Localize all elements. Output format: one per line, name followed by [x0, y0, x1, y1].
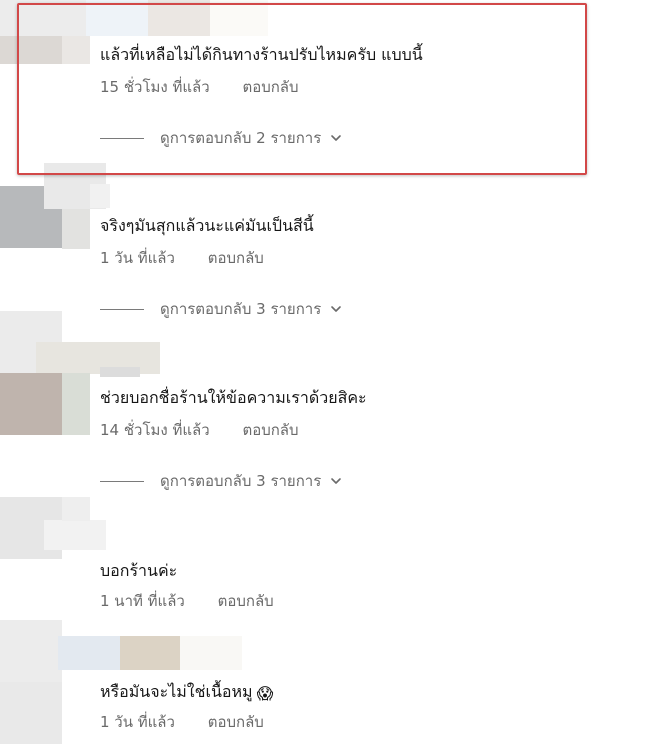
blurred-username-5: [58, 636, 120, 670]
blurred-avatar-5: [0, 620, 62, 682]
chevron-down-icon: [331, 306, 342, 312]
view-replies-button[interactable]: ดูการตอบกลับ 3 รายการ: [100, 471, 343, 491]
comment-text: ช่วยบอกชื่อร้านให้ข้อความเราด้วยสิคะ: [100, 388, 367, 407]
blurred-patch: [62, 373, 90, 435]
comment-time: 14 ชั่วโมง ที่แล้ว: [100, 421, 210, 439]
reply-button[interactable]: ตอบกลับ: [208, 249, 264, 267]
comment-text: หรือมันจะไม่ใช่เนื้อหมู 😱: [100, 682, 273, 704]
comment-time: 1 วัน ที่แล้ว: [100, 713, 175, 731]
comment-meta: 1 วัน ที่แล้ว ตอบกลับ: [100, 248, 264, 268]
blurred-patch: [0, 373, 62, 435]
screaming-face-emoji-icon: 😱: [256, 684, 274, 703]
blurred-patch: [62, 497, 90, 521]
comment-text-body: หรือมันจะไม่ใช่เนื้อหมู: [100, 682, 253, 701]
blurred-patch: [62, 209, 90, 249]
highlight-box: [17, 3, 587, 175]
blurred-username-2: [90, 184, 110, 208]
comment-text: บอกร้านค่ะ: [100, 561, 178, 580]
chevron-down-icon: [331, 478, 342, 484]
blurred-patch: [120, 636, 180, 670]
comment-time: 1 วัน ที่แล้ว: [100, 249, 175, 267]
reply-button[interactable]: ตอบกลับ: [242, 421, 298, 439]
blurred-patch: [180, 636, 242, 670]
view-replies-label: ดูการตอบกลับ 3 รายการ: [160, 472, 322, 490]
comment-meta: 1 วัน ที่แล้ว ตอบกลับ: [100, 712, 264, 732]
divider-line: [100, 480, 144, 482]
divider-line: [100, 308, 144, 310]
comment-time: 1 นาที ที่แล้ว: [100, 592, 185, 610]
comment-meta: 1 นาที ที่แล้ว ตอบกลับ: [100, 591, 274, 611]
reply-button[interactable]: ตอบกลับ: [218, 592, 274, 610]
comment-text: จริงๆมันสุกแล้วนะแค่มันเป็นสีนี้: [100, 216, 314, 235]
blurred-patch: [36, 342, 160, 374]
view-replies-label: ดูการตอบกลับ 3 รายการ: [160, 300, 322, 318]
blurred-patch: [44, 520, 106, 550]
blurred-patch: [0, 682, 62, 744]
reply-button[interactable]: ตอบกลับ: [208, 713, 264, 731]
view-replies-button[interactable]: ดูการตอบกลับ 3 รายการ: [100, 299, 343, 319]
blurred-username-3: [100, 367, 140, 377]
comment-meta: 14 ชั่วโมง ที่แล้ว ตอบกลับ: [100, 420, 299, 440]
